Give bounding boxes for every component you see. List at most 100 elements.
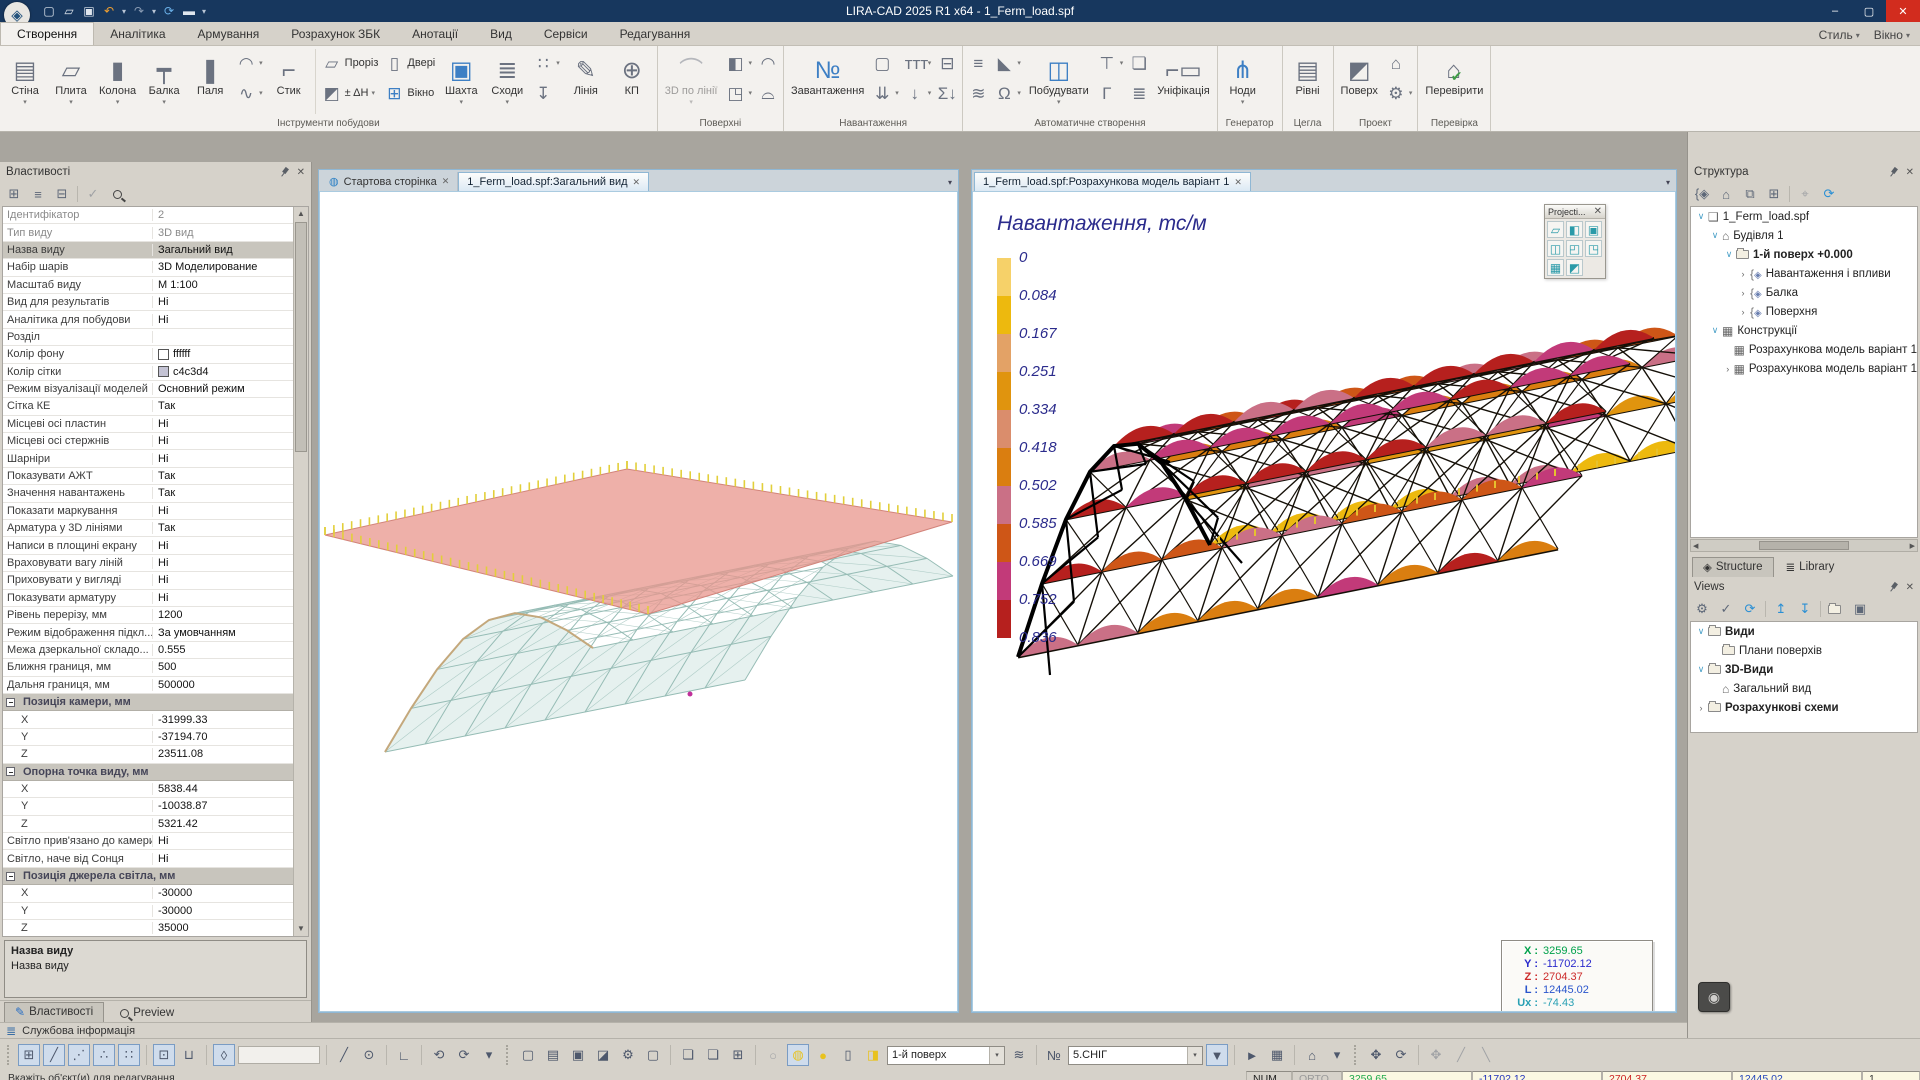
tree-item[interactable]: ∨1-й поверх +0.000 bbox=[1691, 245, 1917, 264]
ribbon-button-Стіна[interactable]: ▤Стіна▾ bbox=[2, 47, 48, 116]
close-icon[interactable]: ✕ bbox=[442, 176, 450, 187]
tree-item[interactable]: ›{◈Поверхня bbox=[1691, 302, 1917, 321]
chevron-down-icon[interactable]: ∨ bbox=[1695, 664, 1707, 675]
menu-tab-Аналітика[interactable]: Аналітика bbox=[94, 23, 181, 45]
maximize-button[interactable]: ▢ bbox=[1852, 0, 1886, 22]
chevron-down-icon[interactable]: ∨ bbox=[1695, 626, 1707, 637]
ribbon-button-Балка[interactable]: ┯Балка▾ bbox=[141, 47, 187, 116]
chevron-right-icon[interactable]: › bbox=[1737, 307, 1749, 317]
ribbon-button-Шахта[interactable]: ▣Шахта▾ bbox=[438, 47, 484, 116]
tab-list-dropdown[interactable]: ▾ bbox=[942, 178, 958, 191]
move-button[interactable]: ✥ bbox=[1365, 1044, 1387, 1066]
magnet-screen-toggle[interactable]: ⊡ bbox=[153, 1044, 175, 1066]
ribbon-button-surface[interactable]: ⌓ bbox=[758, 80, 778, 106]
property-row[interactable]: Вид для результатівНі bbox=[3, 294, 293, 311]
property-row[interactable]: Колір сіткиc4c3d4 bbox=[3, 364, 293, 381]
view-tab-general-0[interactable]: ◍Стартова сторінка✕ bbox=[321, 172, 458, 191]
open-file-button[interactable]: ▱ bbox=[60, 2, 78, 20]
ribbon-button-crane[interactable]: Γ bbox=[1097, 80, 1124, 106]
ortho-toggle[interactable]: ∟ bbox=[393, 1044, 415, 1066]
filter-icon[interactable]: {◈ bbox=[1693, 185, 1711, 203]
property-row[interactable]: X-30000 bbox=[3, 885, 293, 902]
tree-item[interactable]: ∨❑1_Ferm_load.spf bbox=[1691, 207, 1917, 226]
light-soft-button[interactable]: ◍ bbox=[787, 1044, 809, 1066]
property-row[interactable]: Y-30000 bbox=[3, 903, 293, 920]
scrollbar-thumb[interactable] bbox=[1759, 541, 1849, 550]
collapse-icon[interactable] bbox=[6, 872, 15, 881]
ribbon-button-КП[interactable]: ⊕КП bbox=[609, 47, 655, 116]
clip-box-button[interactable]: ▢ bbox=[517, 1044, 539, 1066]
ribbon-button-layers[interactable]: ≡ bbox=[968, 50, 988, 76]
load-number-button[interactable]: № bbox=[1043, 1044, 1065, 1066]
proj-left-icon[interactable]: ◰ bbox=[1566, 240, 1583, 257]
ribbon-button-Плита[interactable]: ▱Плита▾ bbox=[48, 47, 94, 116]
pin-icon[interactable] bbox=[1885, 165, 1900, 180]
property-row[interactable]: X5838.44 bbox=[3, 781, 293, 798]
app-logo[interactable]: ◈ bbox=[0, 0, 34, 22]
ribbon-button-weight[interactable]: Ω▾ bbox=[994, 80, 1021, 106]
categorized-view-icon[interactable]: ⊞ bbox=[5, 185, 23, 203]
clip-dark-button[interactable]: ▣ bbox=[567, 1044, 589, 1066]
property-row[interactable]: Аналітика для побудовиНі bbox=[3, 311, 293, 328]
snap-points-toggle[interactable]: ∷ bbox=[118, 1044, 140, 1066]
property-section-header[interactable]: Позиція джерела світла, мм bbox=[3, 868, 293, 885]
tab-Structure[interactable]: ◈Structure bbox=[1692, 557, 1774, 577]
search-icon[interactable] bbox=[108, 185, 126, 203]
table-filter-button[interactable]: ▦ bbox=[1266, 1044, 1288, 1066]
proj-front-icon[interactable]: ▣ bbox=[1585, 221, 1602, 238]
ribbon-button-select[interactable]: ▢ bbox=[872, 50, 899, 76]
menu-tab-Створення[interactable]: Створення bbox=[0, 22, 94, 45]
tree-item[interactable]: ∨3D-Види bbox=[1691, 660, 1917, 679]
snap-grid-toggle[interactable]: ⊞ bbox=[18, 1044, 40, 1066]
chevron-right-icon[interactable]: › bbox=[1723, 364, 1733, 374]
house-more-dropdown[interactable]: ▾ bbox=[1326, 1044, 1348, 1066]
active-loadcase-dropdown[interactable]: 5.СНІГ▾ bbox=[1068, 1046, 1203, 1065]
ribbon-button-Колона[interactable]: ▮Колона▾ bbox=[94, 47, 141, 116]
house-check-button[interactable]: ⌂ bbox=[1301, 1044, 1323, 1066]
rotate-ucs-x-button[interactable]: ⟲ bbox=[428, 1044, 450, 1066]
redo-dropdown[interactable]: ▾ bbox=[150, 2, 158, 20]
floor-levels-button[interactable]: ≋ bbox=[1008, 1044, 1030, 1066]
menu-tab-Редагування[interactable]: Редагування bbox=[604, 23, 707, 45]
apply-icon[interactable]: ✓ bbox=[84, 185, 102, 203]
magnet-release-button[interactable]: ⊔ bbox=[178, 1044, 200, 1066]
tree-item[interactable]: ›{◈Балка bbox=[1691, 283, 1917, 302]
ribbon-button-Уніфікація[interactable]: ⌐▭Уніфікація bbox=[1152, 47, 1214, 116]
ribbon-button-truck[interactable]: ⊟ bbox=[937, 50, 957, 76]
pin-icon[interactable] bbox=[1885, 580, 1900, 595]
menu-tab-Вид[interactable]: Вид bbox=[474, 23, 528, 45]
active-floor-dropdown[interactable]: 1-й поверх▾ bbox=[887, 1046, 1005, 1065]
settings-view-icon[interactable]: ⊟ bbox=[53, 185, 71, 203]
clip-white-button[interactable]: ▤ bbox=[542, 1044, 564, 1066]
snap-guides-toggle[interactable]: ⋰ bbox=[68, 1044, 90, 1066]
proj-bottom-icon[interactable]: ▦ bbox=[1547, 259, 1564, 276]
property-row[interactable]: Y-37194.70 bbox=[3, 729, 293, 746]
ribbon-button-Поверх[interactable]: ◩Поверх bbox=[1336, 47, 1383, 116]
close-icon[interactable]: ✕ bbox=[297, 167, 305, 178]
ribbon-button-points[interactable]: ∷▾ bbox=[533, 50, 560, 76]
rotate-ucs-y-button[interactable]: ⟳ bbox=[453, 1044, 475, 1066]
property-row[interactable]: Місцеві осі стержнівНі bbox=[3, 433, 293, 450]
property-row[interactable]: Світло прив'язано до камериНі bbox=[3, 833, 293, 850]
chevron-down-icon[interactable]: ∨ bbox=[1695, 211, 1707, 222]
property-row[interactable]: Розділ bbox=[3, 329, 293, 346]
undo-button[interactable]: ↶ bbox=[100, 2, 118, 20]
move-up-icon[interactable]: ↥ bbox=[1772, 600, 1790, 618]
redo-button[interactable]: ↷ bbox=[130, 2, 148, 20]
book-open-button[interactable]: ❏ bbox=[677, 1044, 699, 1066]
tree-item[interactable]: ∨▦Конструкції bbox=[1691, 321, 1917, 340]
clip-dashed-button[interactable]: ▢ bbox=[642, 1044, 664, 1066]
property-row[interactable]: Сітка КЕТак bbox=[3, 398, 293, 415]
ribbon-button-springwall[interactable]: ≋ bbox=[968, 80, 988, 106]
menu-style-dropdown[interactable]: Стиль▾ bbox=[1819, 28, 1860, 42]
qat-overflow[interactable]: ▾ bbox=[200, 2, 208, 20]
property-row[interactable]: Ближня границя, мм500 bbox=[3, 659, 293, 676]
property-row[interactable]: Місцеві осі пластинНі bbox=[3, 416, 293, 433]
ribbon-button-Сходи[interactable]: ≣Сходи▾ bbox=[484, 47, 530, 116]
view-tab-general-1[interactable]: 1_Ferm_load.spf:Загальний вид✕ bbox=[458, 172, 649, 191]
property-row[interactable]: Z23511.08 bbox=[3, 746, 293, 763]
tree-item[interactable]: ⌂Загальний вид bbox=[1691, 679, 1917, 698]
property-row[interactable]: Ідентифікатор2 bbox=[3, 207, 293, 224]
chevron-down-icon[interactable]: ∨ bbox=[1709, 325, 1721, 336]
ribbon-button-gear[interactable]: ⚙▾ bbox=[1386, 80, 1413, 106]
